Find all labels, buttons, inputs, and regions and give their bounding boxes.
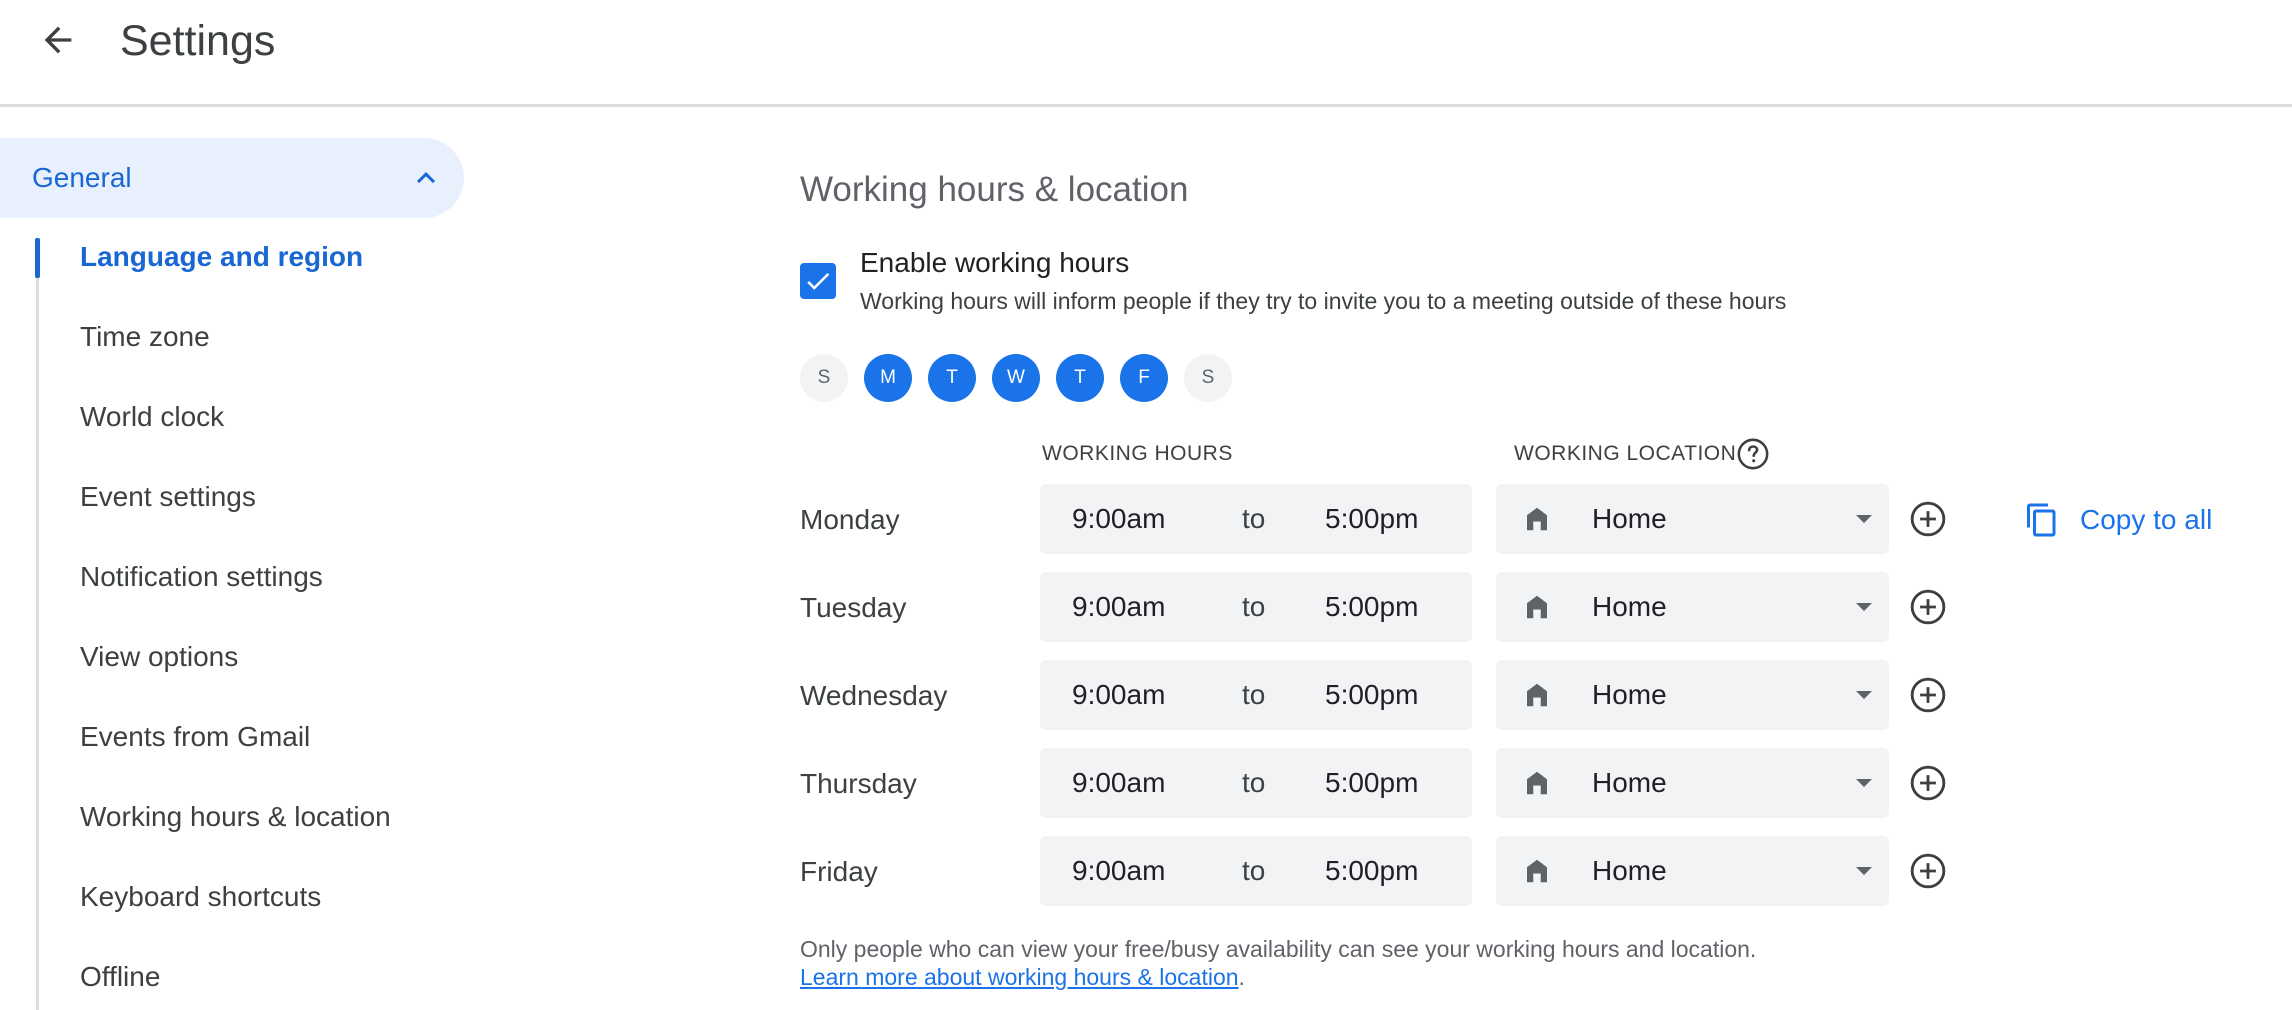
end-time-select[interactable]: 5:00pm: [1325, 589, 1418, 625]
add-circle-icon[interactable]: [1909, 500, 1947, 538]
sidebar-item-language-and-region[interactable]: Language and region: [80, 239, 363, 275]
enable-working-hours-description: Working hours will inform people if they…: [860, 288, 1787, 314]
copy-icon: [2027, 503, 2056, 537]
end-time-select[interactable]: 5:00pm: [1325, 501, 1418, 537]
day-chip-friday[interactable]: F: [1120, 354, 1168, 402]
day-chip-saturday[interactable]: S: [1184, 354, 1232, 402]
app-header: Settings: [0, 0, 2292, 107]
day-label-thursday: Thursday: [800, 768, 917, 799]
add-circle-icon[interactable]: [1909, 676, 1947, 714]
day-label-wednesday: Wednesday: [800, 680, 948, 711]
working-location-column-header: WORKING LOCATION: [1514, 442, 1737, 465]
location-select[interactable]: Home: [1496, 572, 1889, 642]
sidebar-item-notification-settings[interactable]: Notification settings: [80, 559, 323, 595]
start-time-select[interactable]: 9:00am: [1072, 677, 1165, 713]
check-icon: [807, 272, 830, 290]
start-time-select[interactable]: 9:00am: [1072, 501, 1165, 537]
day-chip-sunday[interactable]: S: [800, 354, 848, 402]
add-circle-icon[interactable]: [1909, 852, 1947, 890]
home-icon: [1527, 771, 1547, 795]
chevron-up-icon: [417, 172, 435, 184]
working-hours-range: 9:00am to 5:00pm: [1040, 748, 1472, 818]
copy-to-all-label: Copy to all: [2080, 504, 2213, 535]
section-title: Working hours & location: [800, 170, 1189, 209]
location-select[interactable]: Home: [1496, 484, 1889, 554]
help-icon[interactable]: [1736, 437, 1770, 471]
working-hours-range: 9:00am to 5:00pm: [1040, 836, 1472, 906]
range-separator: to: [1242, 855, 1266, 886]
working-hours-range: 9:00am to 5:00pm: [1040, 572, 1472, 642]
sidebar-active-indicator: [35, 238, 40, 278]
location-value: Home: [1592, 503, 1667, 534]
sidebar-item-keyboard-shortcuts[interactable]: Keyboard shortcuts: [80, 879, 321, 915]
end-time-select[interactable]: 5:00pm: [1325, 765, 1418, 801]
add-circle-icon[interactable]: [1909, 764, 1947, 802]
end-time-select[interactable]: 5:00pm: [1325, 853, 1418, 889]
sidebar-item-world-clock[interactable]: World clock: [80, 399, 224, 435]
location-select[interactable]: Home: [1496, 660, 1889, 730]
start-time-select[interactable]: 9:00am: [1072, 853, 1165, 889]
copy-to-all-button[interactable]: Copy to all: [2024, 500, 2212, 540]
dropdown-caret-icon: [1856, 691, 1872, 699]
sidebar-item-view-options[interactable]: View options: [80, 639, 238, 675]
location-value: Home: [1592, 855, 1667, 886]
working-hours-column-header: WORKING HOURS: [1042, 442, 1233, 465]
learn-more-link[interactable]: Learn more about working hours & locatio…: [800, 964, 1239, 990]
sidebar-rail: [36, 238, 39, 1010]
page-title: Settings: [120, 17, 276, 65]
add-circle-icon[interactable]: [1909, 588, 1947, 626]
day-label-monday: Monday: [800, 504, 900, 535]
arrow-back-icon: [44, 26, 72, 54]
day-label-tuesday: Tuesday: [800, 592, 907, 623]
range-separator: to: [1242, 767, 1266, 798]
learn-more-line: Learn more about working hours & locatio…: [800, 963, 1245, 991]
sidebar-item-offline[interactable]: Offline: [80, 959, 160, 995]
enable-working-hours-label: Enable working hours: [860, 247, 1130, 278]
sidebar-item-time-zone[interactable]: Time zone: [80, 319, 210, 355]
range-separator: to: [1242, 503, 1266, 534]
range-separator: to: [1242, 679, 1266, 710]
location-value: Home: [1592, 591, 1667, 622]
day-chip-tuesday[interactable]: T: [928, 354, 976, 402]
location-value: Home: [1592, 679, 1667, 710]
dropdown-caret-icon: [1856, 867, 1872, 875]
home-icon: [1527, 595, 1547, 619]
dropdown-caret-icon: [1856, 779, 1872, 787]
home-icon: [1527, 859, 1547, 883]
start-time-select[interactable]: 9:00am: [1072, 589, 1165, 625]
dropdown-caret-icon: [1856, 515, 1872, 523]
range-separator: to: [1242, 591, 1266, 622]
end-time-select[interactable]: 5:00pm: [1325, 677, 1418, 713]
learn-more-suffix: .: [1238, 964, 1245, 990]
sidebar-item-events-from-gmail[interactable]: Events from Gmail: [80, 719, 310, 755]
start-time-select[interactable]: 9:00am: [1072, 765, 1165, 801]
sidebar-group-general[interactable]: General: [0, 138, 464, 218]
sidebar-item-working-hours-location[interactable]: Working hours & location: [80, 799, 391, 835]
day-label-friday: Friday: [800, 856, 878, 887]
day-chip-thursday[interactable]: T: [1056, 354, 1104, 402]
working-hours-range: 9:00am to 5:00pm: [1040, 484, 1472, 554]
sidebar-item-event-settings[interactable]: Event settings: [80, 479, 256, 515]
dropdown-caret-icon: [1856, 603, 1872, 611]
home-icon: [1527, 683, 1547, 707]
day-chip-wednesday[interactable]: W: [992, 354, 1040, 402]
working-hours-range: 9:00am to 5:00pm: [1040, 660, 1472, 730]
enable-working-hours-checkbox[interactable]: [800, 263, 836, 299]
sidebar-group-label: General: [32, 162, 132, 193]
location-value: Home: [1592, 767, 1667, 798]
location-select[interactable]: Home: [1496, 748, 1889, 818]
day-chip-monday[interactable]: M: [864, 354, 912, 402]
availability-footnote: Only people who can view your free/busy …: [800, 936, 1757, 962]
home-icon: [1527, 507, 1547, 531]
back-button[interactable]: [30, 12, 86, 68]
location-select[interactable]: Home: [1496, 836, 1889, 906]
